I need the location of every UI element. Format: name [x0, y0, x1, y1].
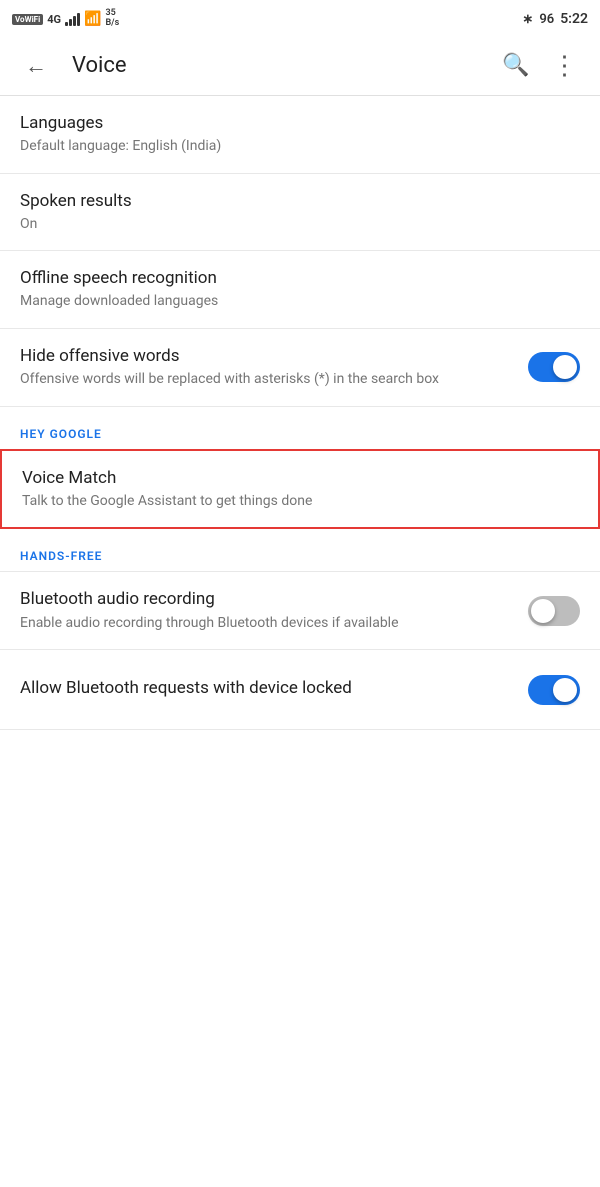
back-arrow-icon: ←	[25, 53, 47, 79]
offline-speech-subtitle: Manage downloaded languages	[20, 292, 568, 312]
bluetooth-audio-toggle[interactable]	[528, 596, 580, 626]
page-title: Voice	[72, 53, 496, 78]
back-button[interactable]: ←	[16, 46, 56, 86]
status-right: ∗ 96 5:22	[522, 11, 588, 27]
languages-title: Languages	[20, 112, 568, 134]
status-bar: VoWiFi 4G 📶 35 B/s ∗ 96 5:22	[0, 0, 600, 36]
hide-offensive-toggle[interactable]	[528, 352, 580, 382]
bluetooth-audio-title: Bluetooth audio recording	[20, 588, 516, 610]
wifi-icon: 📶	[84, 11, 101, 27]
spoken-results-text: Spoken results On	[20, 190, 580, 235]
voice-match-text: Voice Match Talk to the Google Assistant…	[22, 467, 578, 512]
hide-offensive-item[interactable]: Hide offensive words Offensive words wil…	[0, 329, 600, 407]
languages-subtitle: Default language: English (India)	[20, 137, 568, 157]
hide-offensive-title: Hide offensive words	[20, 345, 516, 367]
battery-indicator: 96	[539, 12, 554, 27]
signal-bars	[65, 12, 80, 26]
search-button[interactable]: 🔍	[496, 46, 536, 86]
vowifi-indicator: VoWiFi	[12, 14, 43, 25]
offline-speech-item[interactable]: Offline speech recognition Manage downlo…	[0, 251, 600, 329]
bluetooth-locked-toggle[interactable]	[528, 675, 580, 705]
languages-item[interactable]: Languages Default language: English (Ind…	[0, 96, 600, 174]
voice-match-item[interactable]: Voice Match Talk to the Google Assistant…	[0, 449, 600, 530]
spoken-results-title: Spoken results	[20, 190, 568, 212]
more-icon: ⋮	[552, 51, 577, 81]
voice-match-title: Voice Match	[22, 467, 566, 489]
spoken-results-item[interactable]: Spoken results On	[0, 174, 600, 252]
spoken-results-subtitle: On	[20, 215, 568, 235]
bluetooth-locked-slider	[528, 675, 580, 705]
hey-google-section-header: HEY GOOGLE	[0, 407, 600, 449]
toggle-slider	[528, 352, 580, 382]
search-icon: 🔍	[502, 53, 529, 78]
bluetooth-audio-item[interactable]: Bluetooth audio recording Enable audio r…	[0, 572, 600, 650]
network-type: 4G	[47, 13, 61, 26]
settings-list: Languages Default language: English (Ind…	[0, 96, 600, 730]
languages-text: Languages Default language: English (Ind…	[20, 112, 580, 157]
status-left: VoWiFi 4G 📶 35 B/s	[12, 9, 119, 29]
bluetooth-audio-text: Bluetooth audio recording Enable audio r…	[20, 588, 528, 633]
more-options-button[interactable]: ⋮	[544, 46, 584, 86]
bluetooth-locked-item[interactable]: Allow Bluetooth requests with device loc…	[0, 650, 600, 730]
offline-speech-text: Offline speech recognition Manage downlo…	[20, 267, 580, 312]
offline-speech-title: Offline speech recognition	[20, 267, 568, 289]
hands-free-section-header: HANDS-FREE	[0, 529, 600, 571]
bluetooth-locked-title: Allow Bluetooth requests with device loc…	[20, 677, 516, 699]
bluetooth-icon: ∗	[522, 12, 533, 27]
app-bar: ← Voice 🔍 ⋮	[0, 36, 600, 96]
bluetooth-audio-slider	[528, 596, 580, 626]
bluetooth-audio-subtitle: Enable audio recording through Bluetooth…	[20, 614, 516, 634]
voice-match-subtitle: Talk to the Google Assistant to get thin…	[22, 492, 566, 512]
hide-offensive-subtitle: Offensive words will be replaced with as…	[20, 370, 516, 390]
hide-offensive-text: Hide offensive words Offensive words wil…	[20, 345, 528, 390]
network-speed: 35 B/s	[105, 9, 119, 29]
time-display: 5:22	[560, 11, 588, 27]
app-bar-actions: 🔍 ⋮	[496, 46, 584, 86]
bluetooth-locked-text: Allow Bluetooth requests with device loc…	[20, 677, 528, 702]
